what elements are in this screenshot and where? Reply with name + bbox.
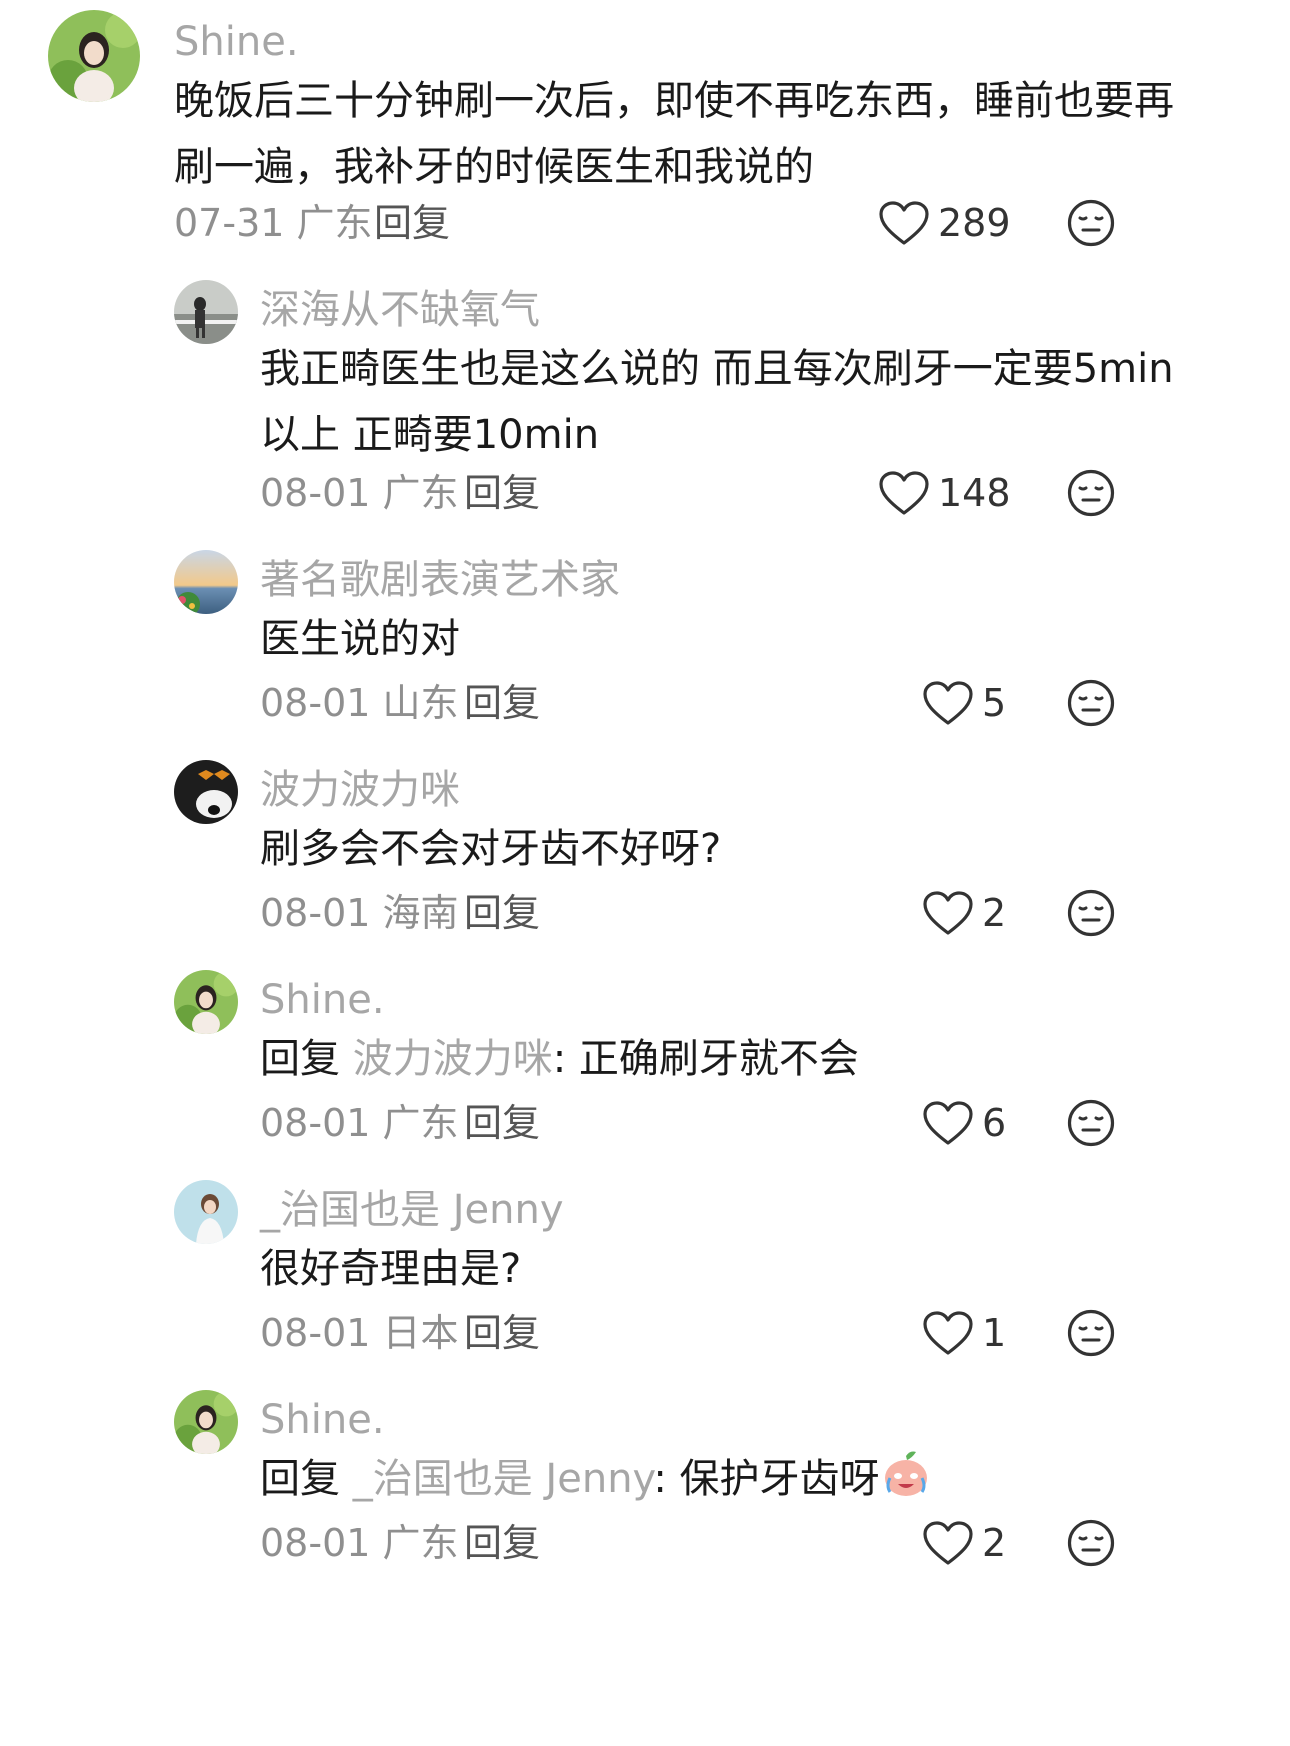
neutral-face-icon (1066, 888, 1116, 938)
comment-text-line: 以上 正畸要10min (260, 412, 600, 458)
like-button[interactable]: 289 (878, 200, 1011, 246)
comment-date: 08-01 (260, 1311, 371, 1355)
comment-region: 广东 (382, 471, 459, 515)
heart-outline-icon (922, 1100, 974, 1146)
dislike-button[interactable] (1066, 1098, 1116, 1148)
neutral-face-icon (1066, 678, 1116, 728)
comment-meta: 08-01 广东 (260, 1524, 459, 1562)
like-count: 148 (938, 471, 1011, 515)
avatar[interactable] (48, 10, 140, 102)
comment-date: 08-01 (260, 681, 371, 725)
comment-text-line: 医生说的对 (260, 616, 460, 662)
like-button[interactable]: 5 (922, 680, 1006, 726)
like-count: 289 (938, 201, 1011, 245)
heart-outline-icon (878, 470, 930, 516)
reply-button[interactable]: 回复 (464, 1524, 540, 1562)
comment-author[interactable]: Shine. (260, 980, 385, 1020)
avatar[interactable] (174, 550, 238, 614)
comment-region: 山东 (382, 681, 459, 725)
neutral-face-icon (1066, 468, 1116, 518)
like-count: 5 (982, 681, 1007, 725)
dislike-button[interactable] (1066, 198, 1116, 248)
reply-button[interactable]: 回复 (464, 1314, 540, 1352)
comment-meta: 08-01 海南 (260, 894, 459, 932)
comment-text-line: 很好奇理由是? (260, 1246, 522, 1292)
crying-peach-emoji-icon (884, 1451, 927, 1496)
comment-author[interactable]: 波力波力咪 (260, 770, 460, 810)
comment-text: 回复 波力波力咪: 正确刷牙就不会 (260, 1026, 859, 1092)
reply-button[interactable]: 回复 (374, 204, 450, 242)
like-count: 6 (982, 1101, 1007, 1145)
comment-region: 日本 (382, 1311, 459, 1355)
comment-date: 08-01 (260, 1101, 371, 1145)
comment-meta: 08-01 广东 (260, 474, 459, 512)
comment-meta: 08-01 山东 (260, 684, 459, 722)
comment-region: 广东 (296, 201, 373, 245)
comment-date: 08-01 (260, 471, 371, 515)
dislike-button[interactable] (1066, 888, 1116, 938)
avatar[interactable] (174, 1180, 238, 1244)
comment-text-line: 晚饭后三十分钟刷一次后，即使不再吃东西，睡前也要再 (174, 78, 1174, 124)
avatar[interactable] (174, 760, 238, 824)
heart-outline-icon (922, 1520, 974, 1566)
dislike-button[interactable] (1066, 1518, 1116, 1568)
comment-author[interactable]: Shine. (174, 22, 299, 62)
comment-text-line: 我正畸医生也是这么说的 而且每次刷牙一定要5min (260, 346, 1174, 392)
comment-text: 刷多会不会对牙齿不好呀? (260, 816, 721, 882)
heart-outline-icon (922, 890, 974, 936)
comment-author[interactable]: 深海从不缺氧气 (260, 290, 540, 330)
avatar[interactable] (174, 970, 238, 1034)
comment-text-line: : 正确刷牙就不会 (552, 1036, 859, 1082)
reply-prefix: 回复 (260, 1456, 340, 1502)
like-button[interactable]: 148 (878, 470, 1011, 516)
comment-author[interactable]: _治国也是 Jenny (260, 1190, 564, 1230)
comment-text: 回复 _治国也是 Jenny: 保护牙齿呀 (260, 1446, 932, 1512)
reply-mention[interactable]: 波力波力咪 (353, 1036, 553, 1082)
reply-button[interactable]: 回复 (464, 474, 540, 512)
dislike-button[interactable] (1066, 1308, 1116, 1358)
comment-text: 晚饭后三十分钟刷一次后，即使不再吃东西，睡前也要再 刷一遍，我补牙的时候医生和我… (174, 68, 1174, 200)
heart-outline-icon (922, 680, 974, 726)
like-count: 1 (982, 1311, 1007, 1355)
reply-prefix: 回复 (260, 1036, 340, 1082)
comment-region: 海南 (382, 891, 459, 935)
dislike-button[interactable] (1066, 678, 1116, 728)
neutral-face-icon (1066, 1308, 1116, 1358)
like-count: 2 (982, 891, 1007, 935)
like-button[interactable]: 2 (922, 1520, 1006, 1566)
comment-meta: 08-01 日本 (260, 1314, 459, 1352)
heart-outline-icon (922, 1310, 974, 1356)
avatar[interactable] (174, 280, 238, 344)
reply-button[interactable]: 回复 (464, 1104, 540, 1142)
comment-region: 广东 (382, 1521, 459, 1565)
comment-author[interactable]: Shine. (260, 1400, 385, 1440)
neutral-face-icon (1066, 198, 1116, 248)
comment-text-line: 刷一遍，我补牙的时候医生和我说的 (174, 144, 814, 190)
like-button[interactable]: 1 (922, 1310, 1006, 1356)
dislike-button[interactable] (1066, 468, 1116, 518)
comment-text-line: : 保护牙齿呀 (653, 1456, 880, 1502)
comment-region: 广东 (382, 1101, 459, 1145)
heart-outline-icon (878, 200, 930, 246)
avatar[interactable] (174, 1390, 238, 1454)
reply-button[interactable]: 回复 (464, 894, 540, 932)
comment-date: 07-31 (174, 201, 285, 245)
comment-date: 08-01 (260, 891, 371, 935)
comment-text: 很好奇理由是? (260, 1236, 521, 1302)
neutral-face-icon (1066, 1098, 1116, 1148)
comment-text-line: 刷多会不会对牙齿不好呀? (260, 826, 722, 872)
reply-mention[interactable]: _治国也是 Jenny (353, 1456, 654, 1502)
comment-meta: 08-01 广东 (260, 1104, 459, 1142)
comment-text: 我正畸医生也是这么说的 而且每次刷牙一定要5min 以上 正畸要10min (260, 336, 1174, 468)
like-button[interactable]: 6 (922, 1100, 1006, 1146)
like-count: 2 (982, 1521, 1007, 1565)
comment-author[interactable]: 著名歌剧表演艺术家 (260, 560, 620, 600)
reply-button[interactable]: 回复 (464, 684, 540, 722)
neutral-face-icon (1066, 1518, 1116, 1568)
comment-text: 医生说的对 (260, 606, 460, 672)
comment-meta: 07-31 广东 (174, 204, 373, 242)
like-button[interactable]: 2 (922, 890, 1006, 936)
comment-date: 08-01 (260, 1521, 371, 1565)
